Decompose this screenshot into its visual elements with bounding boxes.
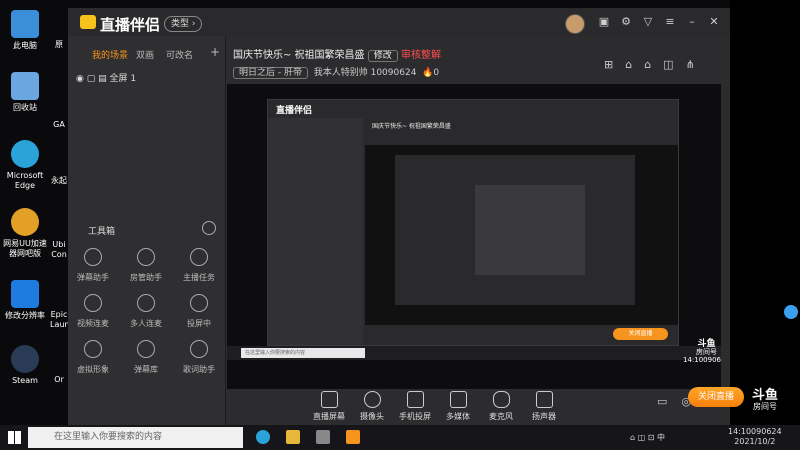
left-pane: 我的场景 双画 可改名 + ◉ ▢ ▤ 全屏 1 工具箱 弹幕助手 房管助手 主… [68, 36, 226, 425]
minimize-icon[interactable]: – [686, 16, 698, 28]
desktop-icon-this-pc[interactable]: 此电脑 [0, 10, 50, 51]
preview-canvas[interactable]: 直播伴侣 国庆节快乐~ 祝祖国繁荣昌盛 关闭直播 在这里输入你要搜索的内容 斗鱼… [227, 84, 721, 389]
tool-room-admin[interactable]: 房管助手 [121, 248, 171, 283]
tool-danmu-lib[interactable]: 弹幕库 [121, 340, 171, 375]
tool-multi-link[interactable]: 多人连麦 [121, 294, 171, 329]
category-button[interactable]: 明日之后 - 肝帝 [233, 67, 308, 79]
edge-taskbar-icon[interactable] [256, 430, 270, 444]
room-id: 10090624 [370, 68, 417, 78]
btn-media[interactable]: 多媒体 [438, 389, 478, 422]
desktop-icon-recycle-bin[interactable]: 回收站 [0, 72, 50, 113]
side-arrow-icon[interactable] [784, 305, 798, 319]
desktop-col2-2: 永起 [51, 176, 67, 185]
avatar[interactable] [565, 14, 585, 34]
message-icon[interactable]: ▣ [598, 16, 610, 28]
room-title: 国庆节快乐~ 祝祖国繁荣昌盛 [233, 50, 365, 61]
skin-icon[interactable]: ▽ [642, 16, 654, 28]
header-actions[interactable]: ⊞⌂⌂◫⋔ [604, 58, 707, 71]
nested-room-title: 国庆节快乐~ 祝祖国繁荣昌盛 [372, 123, 451, 130]
tool-cast[interactable]: 投屏中 [174, 294, 224, 329]
nested-deeper-window [475, 185, 585, 275]
desktop-col2-3: Ubi Con [51, 240, 67, 259]
explorer-taskbar-icon[interactable] [286, 430, 300, 444]
nested-window: 直播伴侣 国庆节快乐~ 祝祖国繁荣昌盛 关闭直播 [267, 99, 679, 346]
app-name: 直播伴侣 [100, 16, 161, 34]
close-icon[interactable]: ✕ [708, 16, 720, 28]
desktop-right-area [730, 0, 800, 425]
title-bar: 直播伴侣 类型 › ▣ ⚙ ▽ ≡ – ✕ [68, 8, 730, 36]
btn-speaker[interactable]: 扬声器 [524, 389, 564, 422]
nested-app-name: 直播伴侣 [276, 106, 313, 116]
nested-live-button: 关闭直播 [613, 328, 668, 340]
toolbox-more-icon[interactable] [202, 221, 216, 235]
status-badge: 审核整解 [400, 50, 441, 61]
tool-task[interactable]: 主播任务 [174, 248, 224, 283]
live-companion-taskbar-icon[interactable] [346, 430, 360, 444]
app-logo-icon [80, 15, 96, 29]
settings-icon[interactable]: ⚙ [620, 16, 632, 28]
tab-rename[interactable]: 可改名 [166, 48, 193, 61]
toolbox-title: 工具箱 [88, 227, 116, 237]
taskbar-search-input[interactable]: 在这里输入你要搜索的内容 [28, 427, 243, 448]
desktop-icon-resolution[interactable]: 修改分辨率 [0, 280, 50, 321]
app-window: 直播伴侣 类型 › ▣ ⚙ ▽ ≡ – ✕ 我的场景 双画 可改名 + ◉ ▢ … [68, 8, 744, 425]
add-scene-button[interactable]: + [210, 45, 220, 59]
desktop-icon-uu[interactable]: 网易UU加速器网吧版 [0, 208, 50, 259]
nested-room-badge: 斗鱼 房间号 14:10090624 [683, 339, 721, 365]
taskbar: 在这里输入你要搜索的内容 ⌂ ◫ ⊡ 中 14:10090624 2021/10… [0, 425, 800, 450]
desktop-col2-1: GA [53, 120, 65, 129]
tool-avatar[interactable]: 虚拟形象 [68, 340, 118, 375]
clock[interactable]: 14:10090624 2021/10/2 [728, 427, 782, 447]
nested-taskbar: 在这里输入你要搜索的内容 [227, 346, 721, 360]
desktop-col2-0: 原 [55, 40, 63, 49]
btn-screen-capture[interactable]: 直播屏幕 [309, 389, 349, 422]
type-button[interactable]: 类型 › [164, 16, 203, 32]
tab-my-scene[interactable]: 我的场景 [92, 48, 128, 61]
desktop-icon-edge[interactable]: Microsoft Edge [0, 140, 50, 191]
app-taskbar-icon[interactable] [316, 430, 330, 444]
tool-danmu[interactable]: 弹幕助手 [68, 248, 118, 283]
desktop-col2-4: Epic Laun [50, 310, 70, 329]
menu-icon[interactable]: ≡ [664, 16, 676, 28]
edit-button[interactable]: 修改 [367, 50, 398, 62]
tool-video-link[interactable]: 视频连麦 [68, 294, 118, 329]
desktop-icon-steam[interactable]: Steam [0, 345, 50, 386]
btn-camera[interactable]: 摄像头 [352, 389, 392, 422]
bottom-toolbar: 直播屏幕 摄像头 手机投屏 多媒体 麦克风 扬声器 ▭◎⚙ [227, 389, 727, 425]
tool-lyrics[interactable]: 歌词助手 [174, 340, 224, 375]
btn-phone-cast[interactable]: 手机投屏 [395, 389, 435, 422]
desktop-col2-5: Or [54, 375, 64, 384]
room-badge: 斗鱼 房间号 [751, 388, 778, 411]
nested-left-pane [268, 118, 363, 345]
nested-search: 在这里输入你要搜索的内容 [241, 348, 365, 358]
tab-dual[interactable]: 双画 [136, 48, 154, 61]
scene-item[interactable]: ◉ ▢ ▤ 全屏 1 [76, 71, 136, 84]
heat-icon: 🔥 [422, 68, 434, 78]
nested-preview [365, 145, 678, 325]
room-meta: 明日之后 - 肝帝 我本人特别帅 10090624 🔥0 [233, 65, 439, 79]
desktop-icons: 此电脑 回收站 Microsoft Edge 网易UU加速器网吧版 修改分辨率 … [0, 0, 70, 425]
windows-start-icon[interactable] [8, 431, 21, 444]
btn-mic[interactable]: 麦克风 [481, 389, 521, 422]
room-header: 国庆节快乐~ 祝祖国繁荣昌盛 修改 审核整解 [233, 46, 441, 62]
tray-icons[interactable]: ⌂ ◫ ⊡ 中 [630, 432, 665, 443]
